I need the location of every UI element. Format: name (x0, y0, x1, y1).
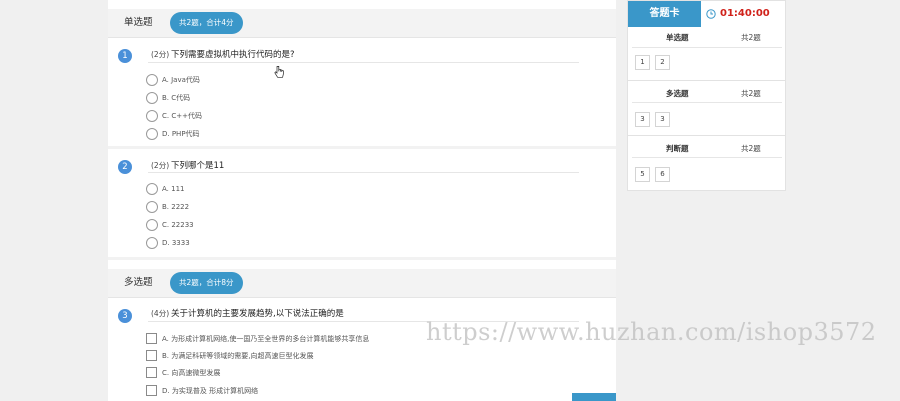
answer-card-title: 答题卡 (649, 8, 680, 19)
answer-card-section-true-false: 判断题 共2题 5 6 (628, 143, 785, 189)
option-label: A. 为形成计算机网络,使一国乃至全世界的多台计算机能够共享信息 (162, 335, 370, 343)
option-label: A. Java代码 (162, 76, 200, 84)
answer-card-question-button[interactable]: 1 (635, 55, 650, 70)
section-header-single-choice: 单选题 共2题，合计4分 (108, 9, 616, 37)
answer-card-divider (632, 102, 782, 103)
answer-card-question-button[interactable]: 3 (635, 112, 650, 127)
answer-card: 答题卡 01:40:00 单选题 共2题 1 2 多选题 共2题 3 3 判断题… (627, 0, 786, 191)
answer-card-separator (628, 135, 785, 136)
answer-card-question-button[interactable]: 5 (635, 167, 650, 182)
radio-button[interactable] (146, 128, 158, 140)
checkbox[interactable] (146, 350, 157, 361)
option-label: B. 为满足科研等领域的需要,向超高速巨型化发展 (162, 352, 314, 360)
option-label: D. 3333 (162, 239, 190, 247)
option-label: B. 2222 (162, 203, 190, 211)
radio-button[interactable] (146, 92, 158, 104)
question-separator (108, 146, 616, 149)
option-label: B. C代码 (162, 94, 191, 102)
radio-button[interactable] (146, 201, 158, 213)
answer-card-separator (628, 80, 785, 81)
answer-card-question-button[interactable]: 6 (655, 167, 670, 182)
section-summary-badge: 共2题，合计4分 (170, 12, 243, 34)
answer-card-section-count: 共2题 (741, 89, 761, 98)
section-summary-badge: 共2题，合计8分 (170, 272, 243, 294)
clock-icon (706, 9, 716, 19)
answer-card-question-button[interactable]: 3 (655, 112, 670, 127)
option-label: D. PHP代码 (162, 130, 200, 138)
question-score: (4分) (151, 309, 170, 318)
answer-card-section-count: 共2题 (741, 144, 761, 153)
section-title: 单选题 (124, 17, 153, 28)
section-divider (108, 297, 616, 298)
option-label: D. 为实现普及 形成计算机网络 (162, 387, 259, 395)
question-text: 关于计算机的主要发展趋势,以下说法正确的是 (171, 309, 344, 319)
question-text: 下列哪个是11 (171, 161, 225, 171)
answer-card-section-count: 共2题 (741, 33, 761, 42)
radio-button[interactable] (146, 74, 158, 86)
option-label: A. 111 (162, 185, 185, 193)
watermark-text: https://www.huzhan.com/ishop3572 (426, 318, 877, 346)
question-text: 下列需要虚拟机中执行代码的是? (171, 50, 295, 60)
option-label: C. C++代码 (162, 112, 202, 120)
mouse-pointer-icon (274, 66, 284, 78)
checkbox[interactable] (146, 367, 157, 378)
checkbox[interactable] (146, 333, 157, 344)
answer-card-section-multiple: 多选题 共2题 3 3 (628, 88, 785, 134)
question-number-badge: 1 (118, 49, 132, 63)
option-label: C. 22233 (162, 221, 194, 229)
question-2: 2 (2分) 下列哪个是11 A. 111 B. 2222 C. 22233 D… (108, 157, 616, 253)
question-number-badge: 2 (118, 160, 132, 174)
answer-card-title-bar: 答题卡 (628, 1, 701, 27)
section-header-multiple-choice: 多选题 共2题，合计8分 (108, 269, 616, 297)
answer-card-section-single: 单选题 共2题 1 2 (628, 32, 785, 80)
answer-card-section-name: 多选题 (666, 89, 689, 98)
answer-card-section-name: 单选题 (666, 33, 689, 42)
answer-card-header: 答题卡 01:40:00 (628, 1, 787, 27)
question-number-badge: 3 (118, 309, 132, 323)
question-separator (108, 257, 616, 260)
answer-card-section-name: 判断题 (666, 144, 689, 153)
question-underline (148, 172, 579, 173)
submit-button[interactable] (572, 393, 616, 401)
answer-card-question-button[interactable]: 2 (655, 55, 670, 70)
radio-button[interactable] (146, 237, 158, 249)
countdown-timer: 01:40:00 (720, 8, 770, 19)
question-1: 1 (2分) 下列需要虚拟机中执行代码的是? A. Java代码 B. C代码 … (108, 46, 616, 146)
radio-button[interactable] (146, 110, 158, 122)
section-title: 多选题 (124, 277, 153, 288)
question-underline (148, 62, 579, 63)
option-label: C. 向高速微型发展 (162, 369, 221, 377)
radio-button[interactable] (146, 219, 158, 231)
radio-button[interactable] (146, 183, 158, 195)
checkbox[interactable] (146, 385, 157, 396)
section-divider (108, 37, 616, 38)
question-score: (2分) (151, 161, 170, 170)
question-score: (2分) (151, 50, 170, 59)
answer-card-divider (632, 47, 782, 48)
answer-card-divider (632, 157, 782, 158)
